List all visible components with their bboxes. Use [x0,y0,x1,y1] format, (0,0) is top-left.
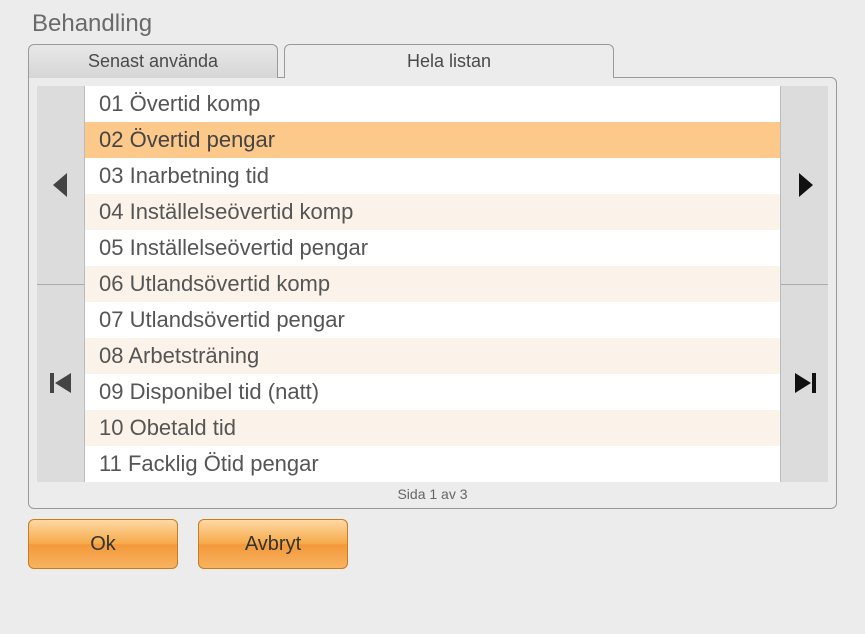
ok-button[interactable]: Ok [28,519,178,569]
triangle-right-icon [795,171,815,199]
skip-last-icon [793,371,817,395]
tab-bar: Senast använda Hela listan [28,44,837,78]
page-title: Behandling [32,10,837,38]
list-item[interactable]: 09 Disponibel tid (natt) [85,374,780,410]
first-page-button[interactable] [37,284,84,483]
prev-page-button[interactable] [37,86,84,284]
next-page-button[interactable] [781,86,828,284]
item-list: 01 Övertid komp02 Övertid pengar03 Inarb… [85,86,780,482]
tab-all[interactable]: Hela listan [284,44,614,78]
nav-right-column [780,86,828,482]
list-item[interactable]: 08 Arbetsträning [85,338,780,374]
skip-first-icon [49,371,73,395]
list-item[interactable]: 10 Obetald tid [85,410,780,446]
list-item[interactable]: 06 Utlandsövertid komp [85,266,780,302]
list-item[interactable]: 07 Utlandsövertid pengar [85,302,780,338]
list-item[interactable]: 01 Övertid komp [85,86,780,122]
triangle-left-icon [51,171,71,199]
cancel-button[interactable]: Avbryt [198,519,348,569]
list-item[interactable]: 03 Inarbetning tid [85,158,780,194]
tab-recent[interactable]: Senast använda [28,44,278,78]
nav-left-column [37,86,85,482]
dialog-footer: Ok Avbryt [28,519,837,569]
last-page-button[interactable] [781,284,828,483]
list-item[interactable]: 11 Facklig Ötid pengar [85,446,780,482]
list-panel: 01 Övertid komp02 Övertid pengar03 Inarb… [28,77,837,509]
list-item[interactable]: 04 Inställelseövertid komp [85,194,780,230]
list-item[interactable]: 05 Inställelseövertid pengar [85,230,780,266]
list-item[interactable]: 02 Övertid pengar [85,122,780,158]
pager-label: Sida 1 av 3 [37,482,828,504]
